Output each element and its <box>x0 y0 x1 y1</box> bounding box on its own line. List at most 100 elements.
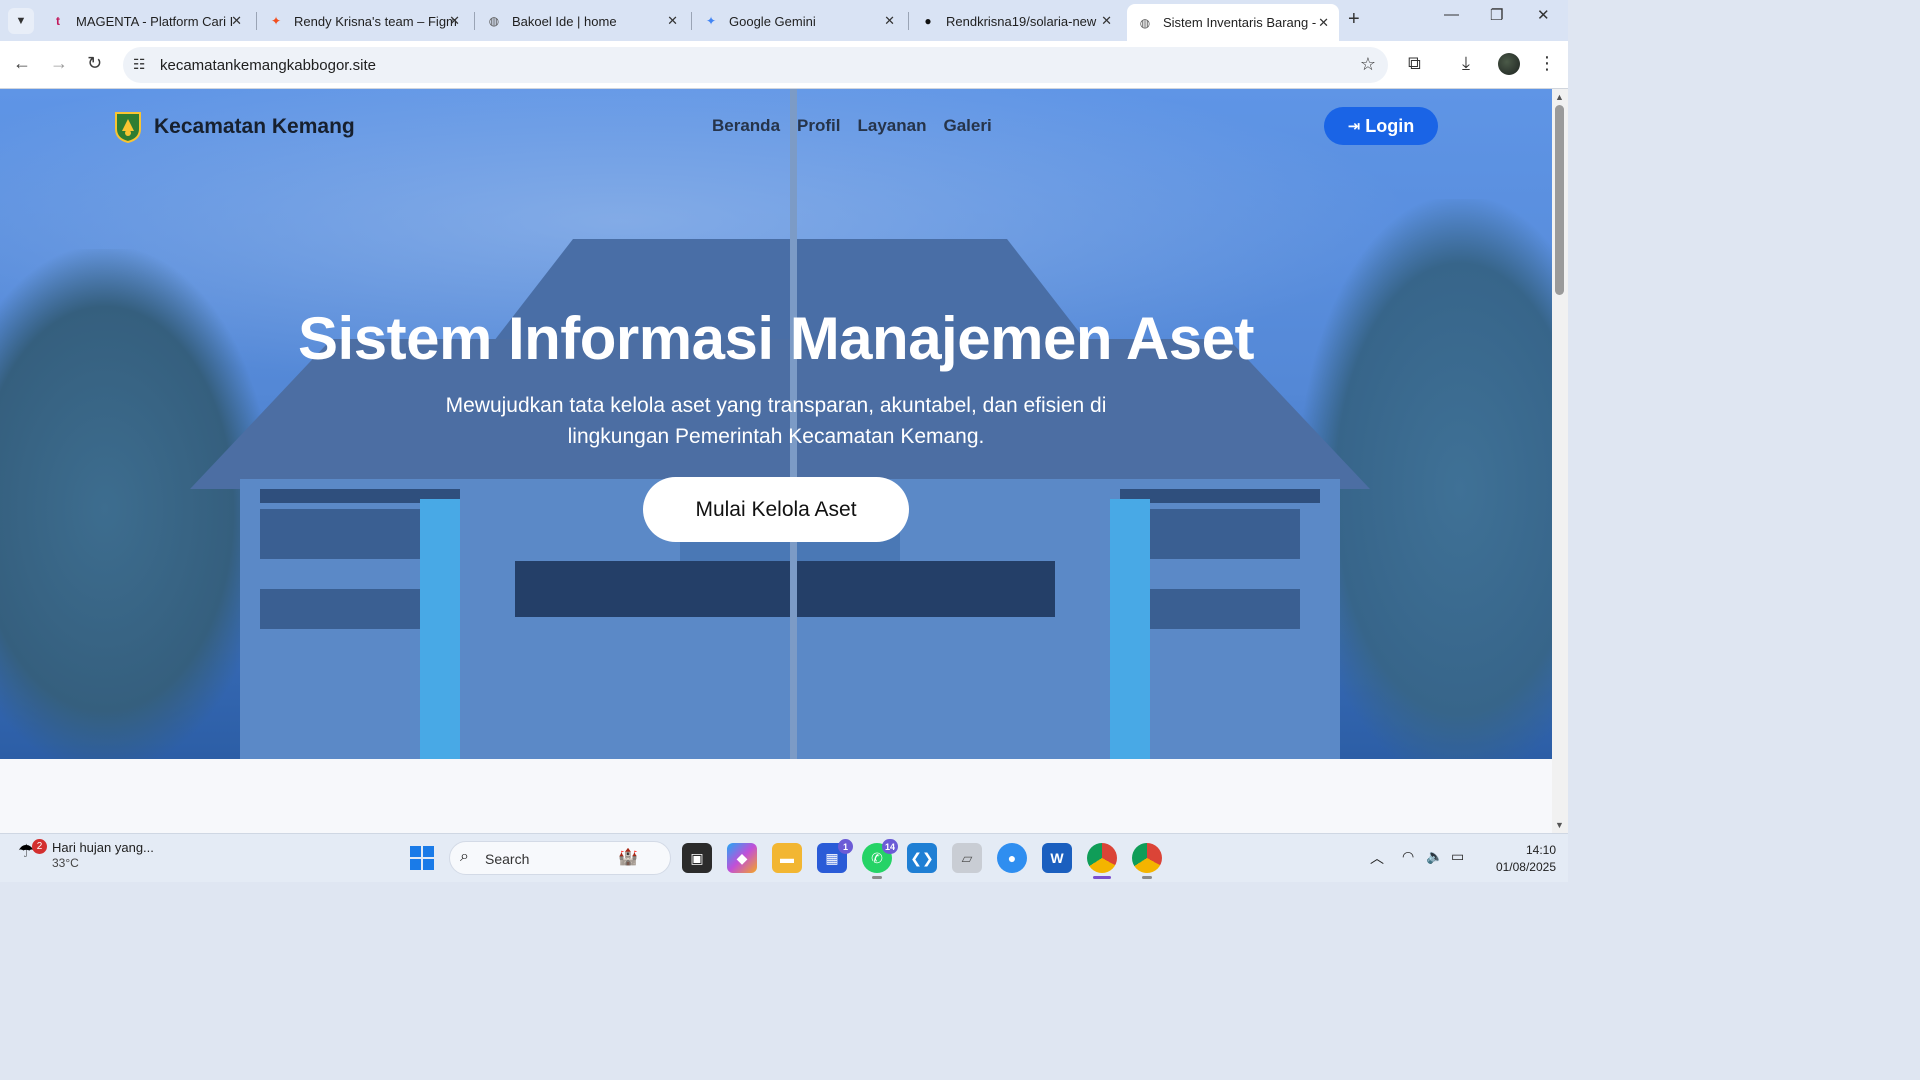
chevron-down-icon: ▼ <box>15 15 27 27</box>
app-icon[interactable]: ▱ <box>952 843 982 873</box>
app-running-indicator <box>872 876 882 879</box>
chrome-profile-icon[interactable] <box>1132 843 1162 873</box>
restore-icon[interactable]: ❐ <box>1490 6 1503 24</box>
tab-bakoel[interactable]: ◍ Bakoel Ide | home ✕ <box>476 6 688 36</box>
browser-toolbar: ← → ↻ ☷ kecamatankemangkabbogor.site ☆ ⧉… <box>0 41 1568 89</box>
hero-section: Kecamatan Kemang Beranda Profil Layanan … <box>0 89 1552 759</box>
close-icon[interactable]: ✕ <box>449 13 460 29</box>
tab-divider <box>474 12 475 30</box>
new-tab-button[interactable]: + <box>1348 8 1360 31</box>
page-viewport: Kecamatan Kemang Beranda Profil Layanan … <box>0 89 1552 833</box>
search-icon: ⌕ <box>460 848 469 865</box>
tab-gemini[interactable]: ✦ Google Gemini ✕ <box>693 6 905 36</box>
minimize-icon[interactable]: — <box>1444 6 1459 23</box>
close-window-icon[interactable]: ✕ <box>1537 6 1550 24</box>
login-button[interactable]: ⇥ Login <box>1324 107 1438 145</box>
clock-time: 14:10 <box>1525 843 1556 857</box>
facade-window <box>260 509 440 559</box>
weather-temp: 33°C <box>52 856 79 870</box>
store-badge: 1 <box>838 839 853 854</box>
wifi-icon[interactable]: ◠ <box>1402 848 1414 865</box>
kabupaten-bogor-logo-icon <box>115 112 141 143</box>
magenta-icon: t <box>56 14 60 28</box>
profile-avatar[interactable] <box>1498 53 1520 75</box>
app-icon-blue[interactable]: ● <box>997 843 1027 873</box>
copilot-icon[interactable]: ◆ <box>727 843 757 873</box>
bookmark-star-icon[interactable]: ☆ <box>1360 54 1376 75</box>
whatsapp-badge: 14 <box>881 839 898 854</box>
download-icon[interactable]: ⤓ <box>1462 53 1470 74</box>
github-icon: ● <box>924 14 932 28</box>
building-canopy <box>515 561 1055 617</box>
tab-github[interactable]: ● Rendkrisna19/solaria-new ✕ <box>910 6 1122 36</box>
chrome-icon[interactable] <box>1087 843 1117 873</box>
windows-taskbar: ☂ 2 Hari hujan yang... 33°C ⌕ Search 🏰 ▣… <box>0 833 1568 882</box>
app-running-indicator <box>1142 876 1152 879</box>
microsoft-store-icon[interactable]: ▦ 1 <box>817 839 853 873</box>
tab-divider <box>256 12 257 30</box>
close-icon[interactable]: ✕ <box>1318 15 1329 31</box>
brand-name: Kecamatan Kemang <box>154 115 355 138</box>
rain-weather-icon: ☂ 2 <box>18 839 47 869</box>
gemini-icon: ✦ <box>705 14 717 28</box>
page-scrollbar[interactable]: ▲ ▼ <box>1552 89 1568 833</box>
close-icon[interactable]: ✕ <box>667 13 678 29</box>
scrollbar-thumb[interactable] <box>1555 105 1564 295</box>
weather-badge: 2 <box>32 839 47 854</box>
vscode-icon[interactable]: ❮❯ <box>907 843 937 873</box>
active-app-indicator <box>1093 876 1111 879</box>
tab-sistem-inventaris[interactable]: ◍ Sistem Inventaris Barang - ✕ <box>1127 4 1339 41</box>
tab-magenta[interactable]: t MAGENTA - Platform Cari I ✕ <box>40 6 252 36</box>
taskbar-search[interactable]: ⌕ Search 🏰 <box>449 841 671 875</box>
login-icon: ⇥ <box>1347 118 1361 135</box>
menu-icon[interactable]: ⋮ <box>1538 53 1556 74</box>
hero-title: Sistem Informasi Manajemen Aset <box>298 305 1254 372</box>
tab-search-button[interactable]: ▼ <box>8 8 34 34</box>
close-icon[interactable]: ✕ <box>884 13 895 29</box>
figma-icon: ✦ <box>270 14 282 28</box>
site-info-icon[interactable]: ☷ <box>133 56 146 73</box>
weather-widget[interactable]: ☂ 2 Hari hujan yang... 33°C <box>18 839 154 870</box>
tab-divider <box>908 12 909 30</box>
browser-tab-bar: ▼ t MAGENTA - Platform Cari I ✕ ✦ Rendy … <box>0 0 1568 41</box>
nav-link-galeri[interactable]: Galeri <box>943 116 991 136</box>
taskbar-search-placeholder: Search <box>485 851 530 867</box>
hero-subtitle: Mewujudkan tata kelola aset yang transpa… <box>445 394 1107 448</box>
file-explorer-icon[interactable]: ▬ <box>772 843 802 873</box>
nav-link-profil[interactable]: Profil <box>797 116 840 136</box>
login-label: Login <box>1365 115 1415 136</box>
search-highlight-icon: 🏰 <box>618 849 638 866</box>
close-icon[interactable]: ✕ <box>1101 13 1112 29</box>
volume-icon[interactable]: 🔈 <box>1426 848 1443 865</box>
facade-window <box>260 589 440 629</box>
back-arrow-icon[interactable]: ← <box>13 53 31 74</box>
address-bar[interactable]: ☷ kecamatankemangkabbogor.site ☆ <box>123 47 1388 83</box>
main-nav: Beranda Profil Layanan Galeri <box>712 116 992 136</box>
close-icon[interactable]: ✕ <box>231 13 242 29</box>
facade-panel <box>420 499 460 759</box>
battery-icon[interactable]: ▭ <box>1451 848 1464 865</box>
weather-text: Hari hujan yang... <box>52 840 154 855</box>
brand[interactable]: Kecamatan Kemang <box>114 111 355 143</box>
start-managing-assets-button[interactable]: Mulai Kelola Aset <box>643 477 909 542</box>
url-text[interactable]: kecamatankemangkabbogor.site <box>160 57 376 74</box>
forward-arrow-icon[interactable]: → <box>50 53 68 74</box>
globe-icon: ◍ <box>1139 15 1151 30</box>
word-icon[interactable]: W <box>1042 843 1072 873</box>
task-view-icon[interactable]: ▣ <box>682 843 712 873</box>
facade-panel <box>1110 499 1150 759</box>
reload-icon[interactable]: ↻ <box>87 53 102 74</box>
scroll-down-icon[interactable]: ▼ <box>1555 820 1564 830</box>
whatsapp-icon[interactable]: ✆ 14 <box>862 839 898 873</box>
tab-divider <box>691 12 692 30</box>
facade-stripe <box>1120 489 1320 503</box>
scroll-up-icon[interactable]: ▲ <box>1555 92 1564 102</box>
show-hidden-icons-chevron-icon[interactable]: ︿ <box>1370 848 1384 868</box>
nav-link-layanan[interactable]: Layanan <box>857 116 926 136</box>
globe-icon: ◍ <box>488 14 500 28</box>
nav-link-beranda[interactable]: Beranda <box>712 116 780 136</box>
tab-figma[interactable]: ✦ Rendy Krisna's team – Figm ✕ <box>258 6 470 36</box>
windows-start-icon[interactable] <box>410 846 434 870</box>
system-clock[interactable]: 14:10 01/08/2025 <box>1480 842 1556 876</box>
extensions-icon[interactable]: ⧉ <box>1408 53 1421 74</box>
